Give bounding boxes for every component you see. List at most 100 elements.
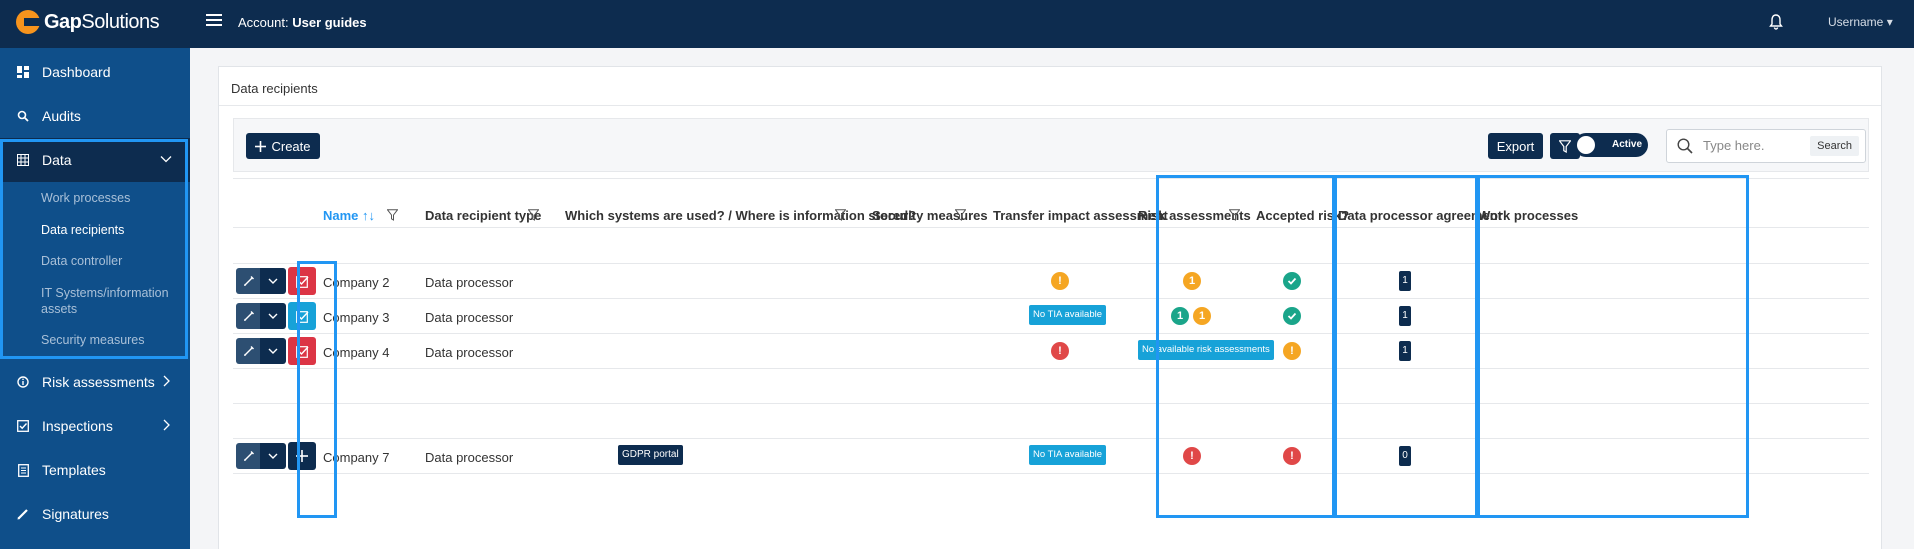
column-header-type[interactable]: Data recipient type (425, 208, 541, 223)
search-button[interactable]: Search (1810, 136, 1859, 156)
filter-icon[interactable] (527, 209, 540, 224)
sidebar-item-label: Data (42, 152, 72, 168)
row-divider (233, 438, 1869, 439)
row-actions-dropdown[interactable] (260, 443, 286, 469)
no-tia-tag[interactable]: No TIA available (1029, 445, 1107, 465)
search-input[interactable] (1703, 138, 1803, 153)
user-menu[interactable]: Username ▾ (1828, 15, 1893, 29)
logo-text: GapSolutions (44, 10, 160, 33)
no-risk-assessment-tag[interactable]: No available risk assessments (1138, 340, 1274, 360)
export-button[interactable]: Export (1488, 133, 1543, 159)
chevron-down-icon (160, 152, 172, 168)
dashboard-icon (16, 66, 30, 78)
sidebar-item-label: Dashboard (42, 64, 111, 80)
hamburger-icon[interactable] (206, 14, 222, 28)
checkbox-icon (16, 420, 30, 432)
risk-count-badge-orange[interactable]: 1 (1193, 307, 1211, 325)
logo-icon (16, 10, 40, 34)
sidebar-subitem-work-processes[interactable]: Work processes (41, 190, 130, 206)
pencil-icon (243, 345, 255, 357)
sidebar-item-label: Audits (42, 108, 81, 124)
recipient-type: Data processor (425, 310, 514, 325)
search-box: Search (1666, 129, 1866, 163)
sidebar-subitem-data-controller[interactable]: Data controller (41, 253, 122, 269)
bell-icon[interactable] (1769, 14, 1783, 33)
sidebar-item-inspections[interactable]: Inspections (0, 404, 190, 448)
edit-button[interactable] (236, 338, 262, 364)
inspection-button[interactable] (288, 337, 316, 365)
tia-warning-badge[interactable]: ! (1051, 272, 1069, 290)
sidebar-item-dashboard[interactable]: Dashboard (0, 50, 190, 94)
row-actions-dropdown[interactable] (260, 338, 286, 364)
dpa-count-badge[interactable]: 0 (1399, 446, 1411, 466)
add-inspection-button[interactable] (288, 442, 316, 470)
row-actions-dropdown[interactable] (260, 268, 286, 294)
edit-button[interactable] (236, 443, 262, 469)
dpa-count-badge[interactable]: 1 (1399, 271, 1411, 291)
row-divider (233, 333, 1869, 334)
accepted-warning-badge[interactable]: ! (1283, 342, 1301, 360)
inspection-button[interactable] (288, 267, 316, 295)
column-header-systems[interactable]: Which systems are used? / Where is infor… (565, 208, 916, 223)
sidebar-subitem-data-recipients[interactable]: Data recipients (41, 222, 124, 238)
checkbox-icon (295, 275, 309, 288)
plus-icon (296, 450, 308, 462)
filter-icon[interactable] (1228, 209, 1241, 224)
filter-icon (1559, 139, 1571, 153)
edit-button[interactable] (236, 303, 262, 329)
sidebar-item-templates[interactable]: Templates (0, 448, 190, 492)
toggle-label: Active (1612, 139, 1643, 150)
create-button[interactable]: Create (246, 133, 320, 159)
sidebar-item-label: Templates (42, 462, 106, 478)
system-tag[interactable]: GDPR portal (618, 445, 683, 465)
chevron-down-icon (268, 276, 278, 286)
search-icon (1677, 138, 1693, 157)
column-header-accepted[interactable]: Accepted risk? (1256, 208, 1349, 223)
risk-count-badge[interactable]: 1 (1183, 272, 1201, 290)
sidebar-item-risk-assessments[interactable]: Risk assessments (0, 360, 190, 404)
company-name[interactable]: Company 3 (323, 310, 389, 325)
tia-alert-badge[interactable]: ! (1051, 342, 1069, 360)
data-recipients-panel: Data recipients Create Export Active Sea… (218, 66, 1882, 549)
no-tia-tag[interactable]: No TIA available (1029, 305, 1107, 325)
row-actions-dropdown[interactable] (260, 303, 286, 329)
create-label: Create (271, 138, 311, 154)
sidebar-item-signatures[interactable]: Signatures (0, 492, 190, 536)
logo[interactable]: GapSolutions (16, 10, 160, 34)
risk-alert-badge[interactable]: ! (1183, 447, 1201, 465)
row-divider (233, 368, 1869, 369)
filter-icon[interactable] (834, 209, 847, 224)
row-divider (233, 227, 1869, 228)
dpa-count-badge[interactable]: 1 (1399, 306, 1411, 326)
checkbox-icon (295, 345, 309, 358)
edit-button[interactable] (236, 268, 262, 294)
toggle-knob (1577, 136, 1595, 154)
sidebar-item-data[interactable]: Data (0, 138, 190, 182)
company-name[interactable]: Company 7 (323, 450, 389, 465)
company-name[interactable]: Company 2 (323, 275, 389, 290)
sidebar-subitem-it-systems[interactable]: IT Systems/information assets (41, 285, 169, 317)
column-header-work[interactable]: Work processes (1478, 208, 1578, 223)
accepted-alert-badge[interactable]: ! (1283, 447, 1301, 465)
checkbox-icon (295, 310, 309, 323)
row-divider (233, 263, 1869, 264)
chevron-right-icon (160, 374, 172, 390)
filter-icon[interactable] (386, 209, 399, 224)
company-name[interactable]: Company 4 (323, 345, 389, 360)
active-toggle[interactable]: Active (1574, 133, 1648, 157)
recipient-type: Data processor (425, 345, 514, 360)
inspection-button[interactable] (288, 302, 316, 330)
row-divider (233, 403, 1869, 404)
sidebar-item-label: Risk assessments (42, 374, 155, 390)
sort-asc-icon: ↑↓ (362, 208, 376, 223)
sidebar-subitem-security-measures[interactable]: Security measures (41, 332, 145, 348)
dpa-count-badge[interactable]: 1 (1399, 341, 1411, 361)
column-header-name[interactable]: Name ↑↓ (323, 208, 375, 223)
risk-count-badge-green[interactable]: 1 (1171, 307, 1189, 325)
sidebar-item-audits[interactable]: Audits (0, 94, 190, 138)
filter-icon[interactable] (954, 209, 967, 224)
column-header-security[interactable]: Security measures (872, 208, 988, 223)
account-label: Account: User guides (238, 15, 367, 30)
search-icon (16, 110, 30, 122)
table-icon (16, 154, 30, 166)
